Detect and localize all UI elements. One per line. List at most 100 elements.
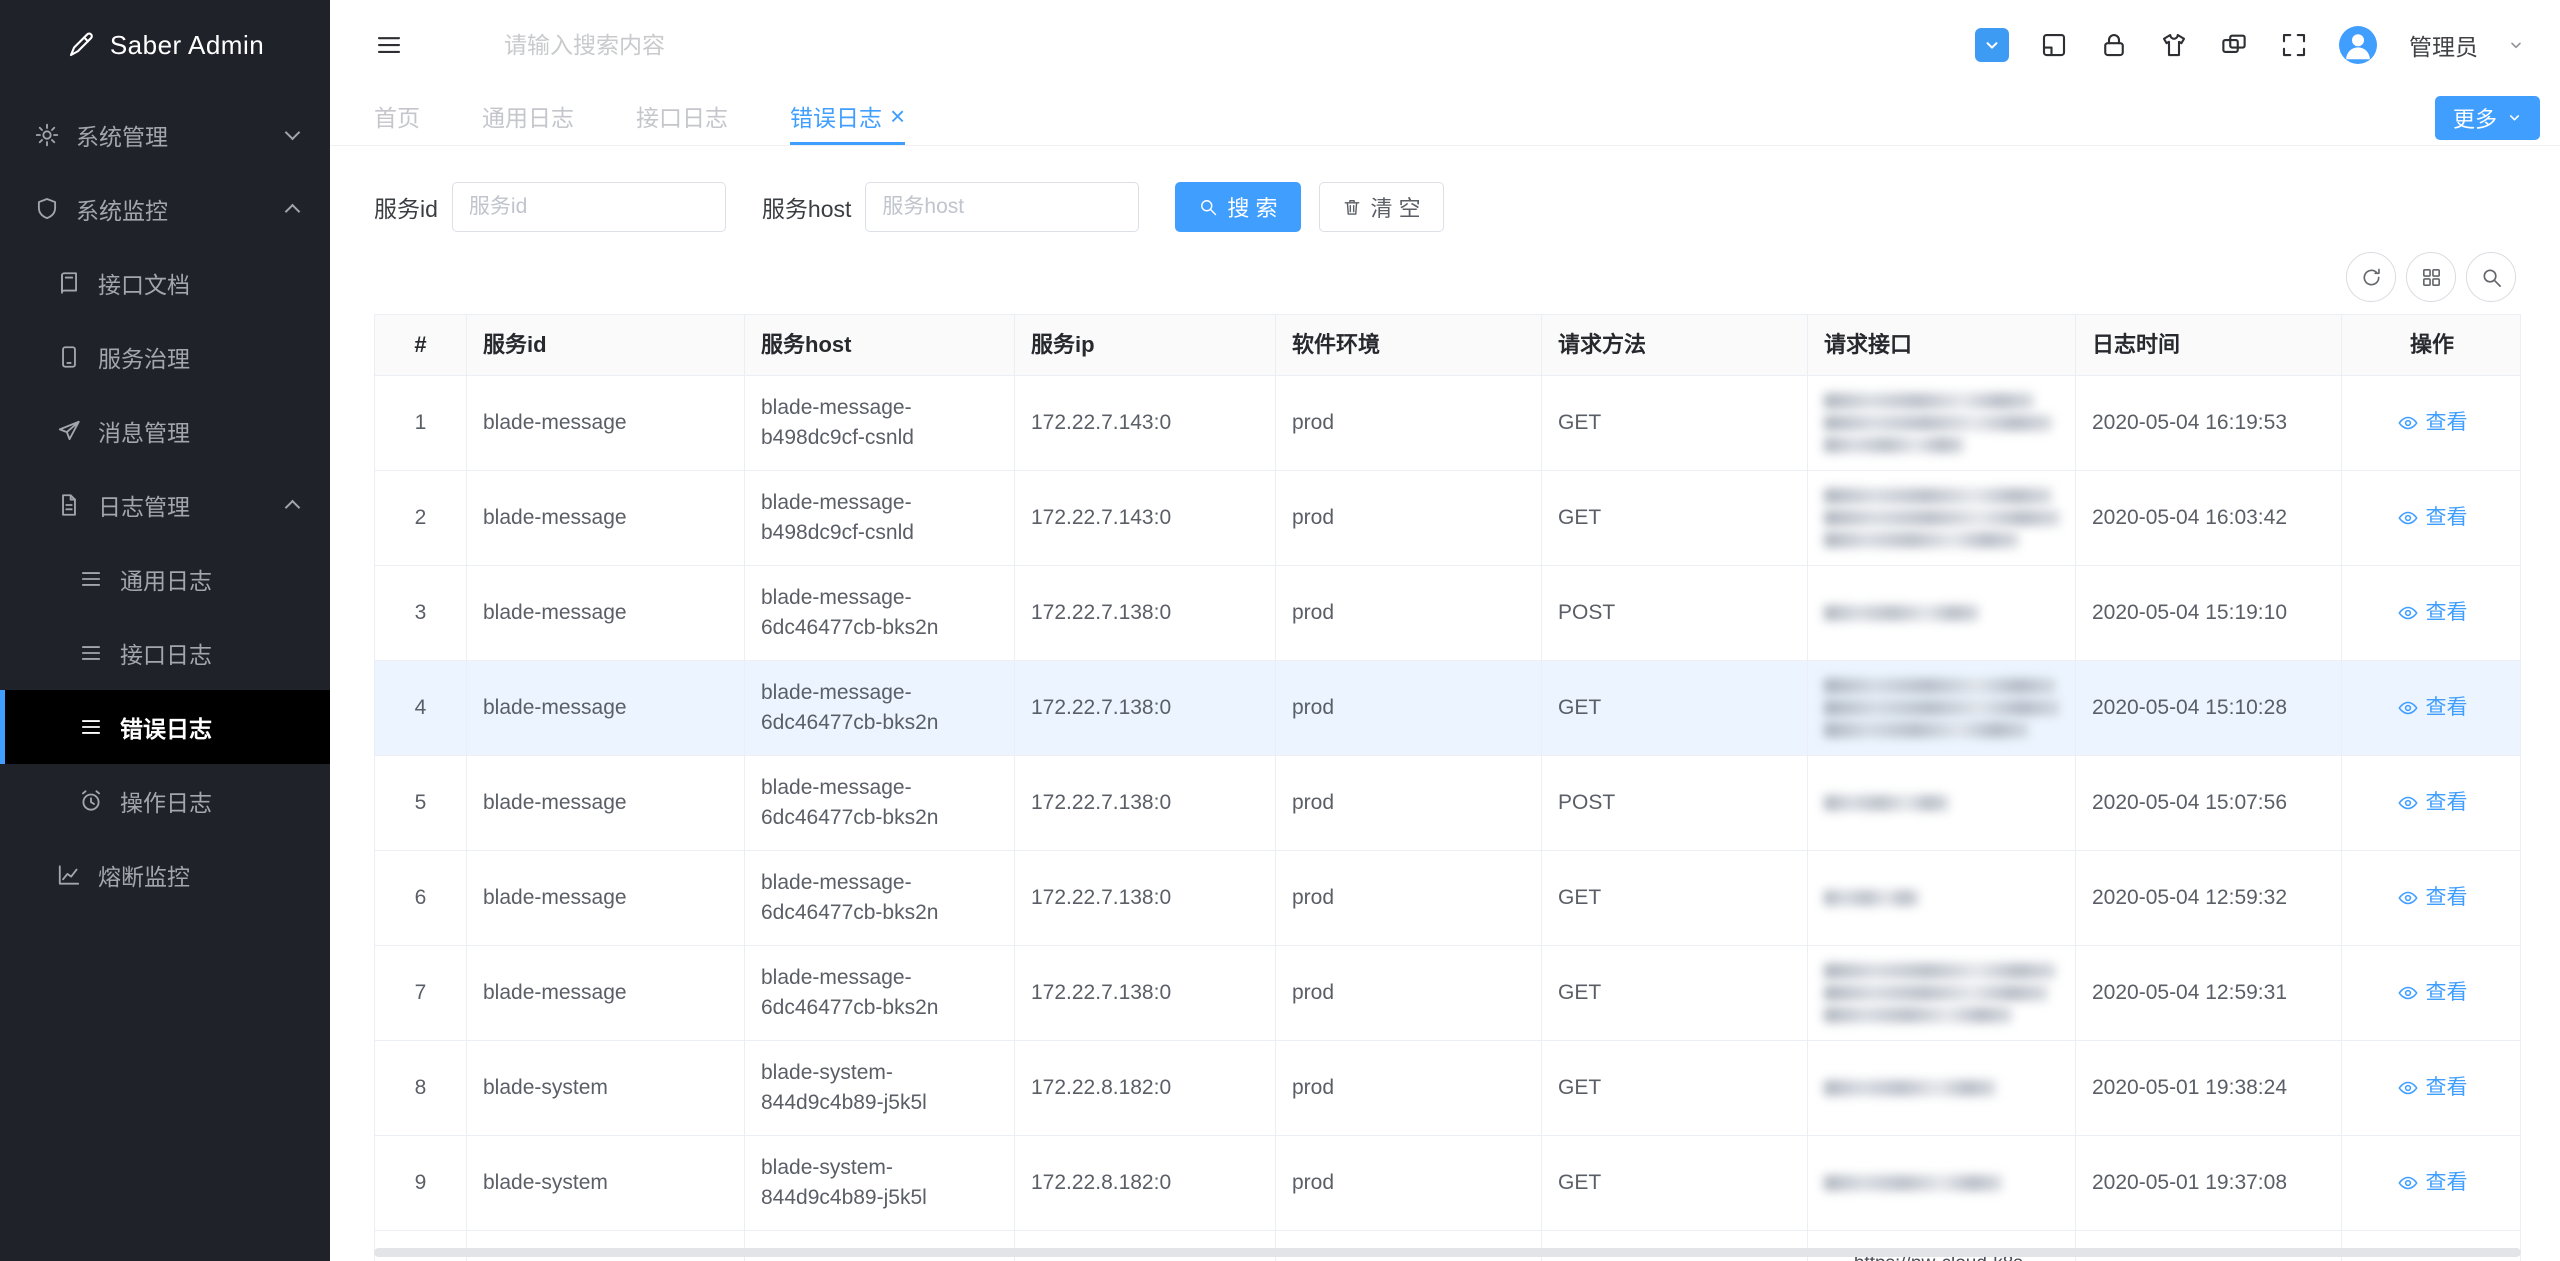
view-button[interactable]: 查看 bbox=[2397, 598, 2468, 628]
tab-首页[interactable]: 首页 bbox=[374, 90, 420, 145]
cell-env: prod bbox=[1276, 946, 1542, 1040]
error-log-table: # 服务id 服务host 服务ip 软件环境 请求方法 请求接口 日志时间 操… bbox=[374, 314, 2521, 1261]
chart-icon bbox=[56, 862, 82, 888]
close-icon[interactable]: × bbox=[890, 103, 905, 129]
cell-service-ip: 172.22.8.182:0 bbox=[1015, 1041, 1276, 1135]
search-toggle-button[interactable] bbox=[2466, 252, 2516, 302]
cell-method: GET bbox=[1542, 376, 1808, 470]
sidebar-item-日志管理[interactable]: 日志管理 bbox=[0, 468, 330, 542]
view-button[interactable]: 查看 bbox=[2397, 693, 2468, 723]
sidebar-item-label: 系统管理 bbox=[76, 118, 168, 152]
sidebar-item-系统管理[interactable]: 系统管理 bbox=[0, 98, 330, 172]
hamburger-menu-icon[interactable] bbox=[374, 30, 404, 60]
list-icon bbox=[78, 640, 104, 666]
tab-错误日志[interactable]: 错误日志× bbox=[790, 90, 905, 145]
global-search-input[interactable] bbox=[504, 32, 1124, 59]
sidebar-item-操作日志[interactable]: 操作日志 bbox=[0, 764, 330, 838]
chevron-down-icon bbox=[285, 125, 301, 141]
eye-icon bbox=[2397, 982, 2419, 1004]
search-button-label: 搜 索 bbox=[1227, 191, 1277, 223]
theme-icon[interactable] bbox=[2159, 30, 2189, 60]
column-display-button[interactable] bbox=[2406, 252, 2456, 302]
view-label: 查看 bbox=[2426, 978, 2468, 1008]
service-host-input[interactable] bbox=[865, 182, 1139, 232]
cell-method: GET bbox=[1542, 1136, 1808, 1230]
cell-service-ip: 172.22.7.138:0 bbox=[1015, 566, 1276, 660]
user-avatar[interactable] bbox=[2339, 26, 2377, 64]
row-index: 8 bbox=[375, 1041, 467, 1135]
view-button[interactable]: 查看 bbox=[2397, 1168, 2468, 1198]
sidebar-item-系统监控[interactable]: 系统监控 bbox=[0, 172, 330, 246]
sidebar-item-接口日志[interactable]: 接口日志 bbox=[0, 616, 330, 690]
cell-operation: 查看 bbox=[2342, 376, 2522, 470]
view-button[interactable]: 查看 bbox=[2397, 788, 2468, 818]
table-row: 1 blade-message blade-message-b498dc9cf-… bbox=[375, 376, 2520, 471]
cell-request-api bbox=[1808, 851, 2076, 945]
refresh-button[interactable] bbox=[2346, 252, 2396, 302]
sidebar-item-错误日志[interactable]: 错误日志 bbox=[0, 690, 330, 764]
screenshot-icon[interactable] bbox=[2039, 30, 2069, 60]
redacted-content bbox=[1824, 415, 2052, 431]
redacted-content bbox=[1824, 510, 2060, 526]
eye-icon bbox=[2397, 1172, 2419, 1194]
app-logo[interactable]: Saber Admin bbox=[0, 0, 330, 90]
service-id-input[interactable] bbox=[452, 182, 726, 232]
cell-operation: 查看 bbox=[2342, 851, 2522, 945]
horizontal-scrollbar[interactable] bbox=[374, 1248, 2521, 1257]
lock-icon[interactable] bbox=[2099, 30, 2129, 60]
col-index: # bbox=[375, 315, 467, 375]
view-button[interactable]: 查看 bbox=[2397, 1073, 2468, 1103]
redacted-content bbox=[1824, 700, 2060, 716]
clear-button[interactable]: 清 空 bbox=[1319, 182, 1444, 232]
book-icon bbox=[56, 270, 82, 296]
cell-env: prod bbox=[1276, 661, 1542, 755]
sidebar-item-消息管理[interactable]: 消息管理 bbox=[0, 394, 330, 468]
cell-env: prod bbox=[1276, 1136, 1542, 1230]
user-menu-chevron-icon[interactable] bbox=[2508, 37, 2524, 53]
more-button-label: 更多 bbox=[2453, 102, 2497, 134]
cell-log-time: 2020-05-04 16:19:53 bbox=[2076, 376, 2342, 470]
redacted-content bbox=[1824, 722, 2029, 738]
selected-badge-icon[interactable] bbox=[1975, 28, 2009, 62]
view-label: 查看 bbox=[2426, 408, 2468, 438]
chevron-down-icon bbox=[1983, 36, 2001, 54]
refresh-icon bbox=[2360, 266, 2383, 289]
topbar-actions: 管理员 bbox=[1975, 26, 2524, 64]
fullscreen-icon[interactable] bbox=[2279, 30, 2309, 60]
view-button[interactable]: 查看 bbox=[2397, 408, 2468, 438]
redacted-content bbox=[1824, 532, 2019, 548]
cell-service-host: blade-message-b498dc9cf-csnld bbox=[745, 471, 1015, 565]
sidebar-item-熔断监控[interactable]: 熔断监控 bbox=[0, 838, 330, 912]
tab-接口日志[interactable]: 接口日志 bbox=[636, 90, 728, 145]
sidebar-item-label: 服务治理 bbox=[98, 340, 190, 374]
row-index: 1 bbox=[375, 376, 467, 470]
table-body: 1 blade-message blade-message-b498dc9cf-… bbox=[375, 376, 2520, 1261]
sidebar-item-服务治理[interactable]: 服务治理 bbox=[0, 320, 330, 394]
view-button[interactable]: 查看 bbox=[2397, 883, 2468, 913]
col-request-api: 请求接口 bbox=[1808, 315, 2076, 375]
cell-service-host: blade-message-6dc46477cb-bks2n bbox=[745, 661, 1015, 755]
more-button[interactable]: 更多 bbox=[2435, 96, 2540, 140]
row-index: 3 bbox=[375, 566, 467, 660]
eye-icon bbox=[2397, 602, 2419, 624]
cell-service-id: blade-system bbox=[467, 1136, 745, 1230]
view-label: 查看 bbox=[2426, 788, 2468, 818]
view-label: 查看 bbox=[2426, 693, 2468, 723]
cell-service-id: blade-message bbox=[467, 566, 745, 660]
view-button[interactable]: 查看 bbox=[2397, 503, 2468, 533]
table-header: # 服务id 服务host 服务ip 软件环境 请求方法 请求接口 日志时间 操… bbox=[375, 315, 2520, 376]
view-label: 查看 bbox=[2426, 503, 2468, 533]
cell-service-host: blade-message-b498dc9cf-csnld bbox=[745, 376, 1015, 470]
filter-bar: 服务id 服务host 搜 索 清 空 bbox=[374, 182, 2516, 232]
search-button[interactable]: 搜 索 bbox=[1175, 182, 1300, 232]
sidebar-item-通用日志[interactable]: 通用日志 bbox=[0, 542, 330, 616]
screens-icon[interactable] bbox=[2219, 30, 2249, 60]
cell-service-id: blade-system bbox=[467, 1041, 745, 1135]
sidebar-item-接口文档[interactable]: 接口文档 bbox=[0, 246, 330, 320]
tab-通用日志[interactable]: 通用日志 bbox=[482, 90, 574, 145]
view-button[interactable]: 查看 bbox=[2397, 978, 2468, 1008]
username-label[interactable]: 管理员 bbox=[2409, 28, 2478, 62]
redacted-content bbox=[1824, 393, 2034, 409]
cell-method: GET bbox=[1542, 471, 1808, 565]
view-label: 查看 bbox=[2426, 1168, 2468, 1198]
